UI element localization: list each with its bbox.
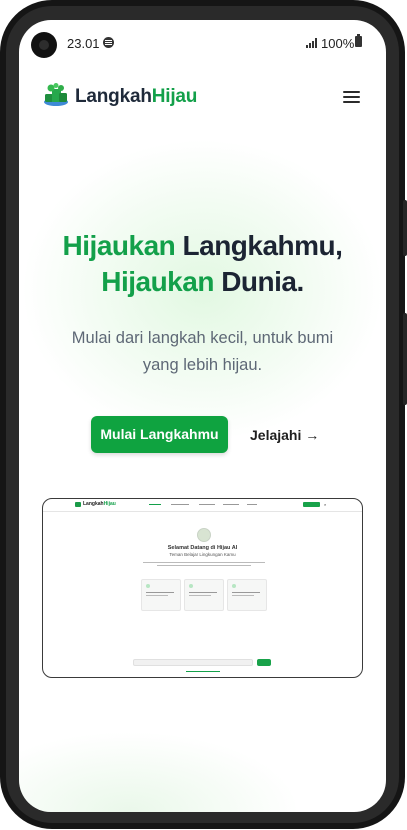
brand-accent: Hijau bbox=[151, 86, 198, 107]
preview-card-text bbox=[146, 591, 178, 596]
preview-card-icon bbox=[146, 584, 150, 588]
spotify-icon bbox=[103, 37, 114, 48]
battery-percentage: 100% bbox=[321, 36, 355, 51]
preview-brand-accent: Hijau bbox=[103, 501, 116, 507]
preview-nav-link bbox=[199, 504, 215, 505]
hero-title-accent-2: Hijaukan bbox=[101, 266, 214, 297]
app-preview-image: LangkahHijau ⌕ Selamat Datang di Hijau A… bbox=[42, 498, 363, 678]
site-navbar: LangkahHijau bbox=[19, 82, 386, 112]
preview-send-button bbox=[257, 659, 271, 666]
brand-main: Langkah bbox=[75, 86, 152, 107]
preview-card bbox=[227, 579, 267, 611]
preview-nav-link bbox=[223, 504, 239, 505]
hero-subtitle: Mulai dari langkah kecil, untuk bumi yan… bbox=[71, 329, 334, 374]
preview-welcome-subtitle: Teman Belajar Lingkungan Kamu bbox=[169, 552, 236, 557]
preview-welcome-title: Selamat Datang di Hijau AI bbox=[167, 545, 238, 551]
status-time: 23.01 bbox=[67, 36, 100, 51]
preview-navbar: LangkahHijau ⌕ bbox=[43, 499, 362, 512]
start-button[interactable]: Mulai Langkahmu bbox=[91, 416, 228, 453]
preview-nav-link bbox=[247, 504, 257, 505]
preview-search-icon: ⌕ bbox=[324, 502, 327, 507]
hero-title: Hijaukan Langkahmu, Hijaukan Dunia. bbox=[19, 228, 386, 300]
signal-icon bbox=[306, 38, 318, 48]
hero-title-rest-1: Langkahmu, bbox=[175, 230, 343, 261]
front-camera bbox=[31, 32, 57, 58]
screen: 23.01 100% LangkahHijau Hijaukan Langkah… bbox=[19, 20, 386, 812]
preview-nav-link bbox=[149, 504, 161, 505]
preview-brand: LangkahHijau bbox=[83, 501, 116, 507]
hero-title-rest-2: Dunia. bbox=[213, 266, 304, 297]
logo-icon bbox=[44, 83, 68, 106]
preview-card-icon bbox=[232, 584, 236, 588]
brand-name[interactable]: LangkahHijau bbox=[75, 86, 197, 108]
preview-login-button bbox=[303, 502, 320, 507]
preview-logo-icon bbox=[75, 502, 81, 507]
preview-description bbox=[139, 560, 269, 568]
volume-button bbox=[403, 313, 407, 405]
preview-brand-main: Langkah bbox=[83, 501, 104, 507]
explore-link[interactable]: Jelajahi → bbox=[250, 427, 319, 443]
preview-footer bbox=[43, 670, 362, 673]
preview-avatar bbox=[197, 528, 211, 542]
preview-card-text bbox=[232, 591, 264, 596]
preview-card-icon bbox=[189, 584, 193, 588]
preview-chat-input bbox=[133, 659, 253, 666]
hamburger-menu-icon[interactable] bbox=[343, 91, 360, 104]
preview-card bbox=[141, 579, 181, 611]
power-button bbox=[403, 200, 407, 256]
preview-card-text bbox=[189, 591, 221, 596]
battery-icon bbox=[355, 34, 362, 47]
preview-nav-link bbox=[171, 504, 189, 505]
hero-title-accent-1: Hijaukan bbox=[62, 230, 176, 261]
preview-card bbox=[184, 579, 224, 611]
status-bar: 23.01 100% bbox=[19, 20, 386, 66]
